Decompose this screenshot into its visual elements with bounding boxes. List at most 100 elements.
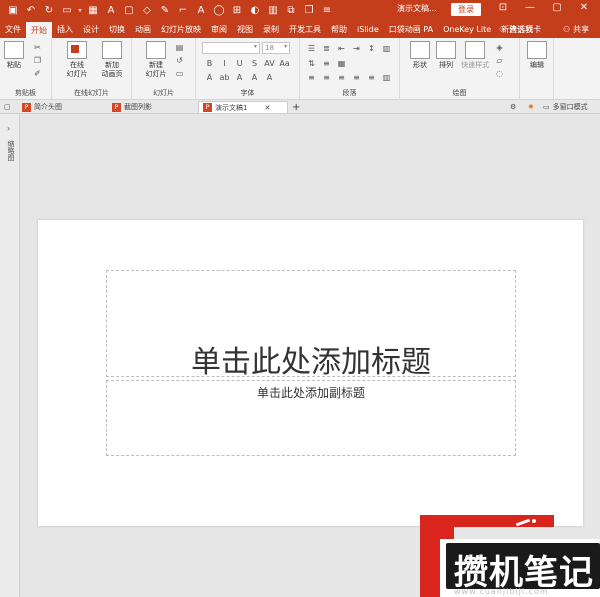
tab-design[interactable]: 设计 bbox=[78, 20, 104, 38]
redo-icon[interactable]: ↻ bbox=[40, 2, 58, 18]
font-size-combo[interactable]: 18 ▾ bbox=[262, 42, 290, 54]
section-icon[interactable]: ▭ bbox=[174, 68, 185, 79]
copy-icon[interactable]: ❐ bbox=[32, 55, 43, 66]
font-name-combo[interactable]: ▾ bbox=[202, 42, 260, 54]
multi-window-button[interactable]: ▭ 多窗口模式 bbox=[543, 101, 588, 113]
format-painter-icon[interactable]: ✐ bbox=[32, 68, 43, 79]
decrease-indent-icon[interactable]: ⇤ bbox=[336, 43, 347, 54]
shape-fill-icon[interactable]: ◈ bbox=[494, 42, 505, 53]
shape-effects-icon[interactable]: ◌ bbox=[494, 68, 505, 79]
gear-icon[interactable]: ✹ bbox=[528, 101, 534, 113]
shapes-icon[interactable]: ◇ bbox=[138, 2, 156, 18]
italic-icon[interactable]: I bbox=[219, 58, 230, 69]
smartart-icon[interactable]: ▦ bbox=[336, 58, 347, 69]
copy-icon[interactable]: ❐ bbox=[300, 2, 318, 18]
maximize-icon[interactable]: ▢ bbox=[548, 2, 566, 13]
quick-style-button[interactable]: 快速样式 bbox=[458, 41, 492, 70]
doc-tab-2[interactable]: P 截图列影 bbox=[112, 101, 152, 113]
font-color-icon[interactable]: A bbox=[204, 72, 215, 83]
arrange-icon[interactable]: ⧉ bbox=[282, 2, 300, 18]
save-icon[interactable]: ▣ bbox=[4, 2, 22, 18]
tab-home[interactable]: 开始 bbox=[26, 22, 52, 38]
reset-icon[interactable]: ↺ bbox=[174, 55, 185, 66]
align-right-icon[interactable]: ≡ bbox=[336, 72, 347, 83]
add-tab-icon[interactable]: + bbox=[292, 101, 300, 113]
chart-icon[interactable]: ▥ bbox=[264, 2, 282, 18]
customize-icon[interactable]: ≡ bbox=[318, 2, 336, 18]
tell-me[interactable]: ♢ 告诉我 bbox=[498, 20, 533, 38]
undo-icon[interactable]: ↶ bbox=[22, 2, 40, 18]
ribbon-display-icon[interactable]: ⊡ bbox=[494, 2, 512, 13]
settings-icon[interactable]: ⚙ bbox=[510, 101, 516, 113]
distributed-icon[interactable]: ≡ bbox=[366, 72, 377, 83]
arrange-button[interactable]: 排列 bbox=[434, 41, 458, 70]
table-icon[interactable]: ▦ bbox=[84, 2, 102, 18]
tab-insert[interactable]: 插入 bbox=[52, 20, 78, 38]
line-spacing-icon[interactable]: ↕ bbox=[366, 43, 377, 54]
doc-tab-3[interactable]: P 演示文稿1 ✕ bbox=[198, 101, 288, 113]
tab-animations[interactable]: 动画 bbox=[130, 20, 156, 38]
columns-icon[interactable]: ▥ bbox=[381, 43, 392, 54]
tab-help[interactable]: 帮助 bbox=[326, 20, 352, 38]
align-left-icon[interactable]: ≡ bbox=[306, 72, 317, 83]
expand-icon[interactable]: › bbox=[7, 124, 10, 133]
login-button[interactable]: 登录 bbox=[451, 3, 481, 16]
slide-icon[interactable]: ▢ bbox=[120, 2, 138, 18]
grid-icon[interactable]: ⊞ bbox=[228, 2, 246, 18]
new-slide-button[interactable]: 新建 幻灯片 bbox=[140, 41, 172, 79]
clear-format-icon[interactable]: A bbox=[264, 72, 275, 83]
new-animation-page-button[interactable]: 新加 动画页 bbox=[96, 41, 128, 79]
tab-onekey-lite[interactable]: OneKey Lite bbox=[438, 20, 496, 38]
share-button[interactable]: ⚇ 共享 bbox=[563, 20, 589, 38]
edit-button[interactable]: 编辑 bbox=[525, 41, 549, 70]
tab-view[interactable]: 视图 bbox=[232, 20, 258, 38]
bold-icon[interactable]: B bbox=[204, 58, 215, 69]
ab-icon[interactable]: A bbox=[192, 2, 210, 18]
cut-icon[interactable]: ✂ bbox=[32, 42, 43, 53]
grow-font-icon[interactable]: A bbox=[234, 72, 245, 83]
fill-icon[interactable]: ◐ bbox=[246, 2, 264, 18]
tab-developer[interactable]: 开发工具 bbox=[284, 20, 326, 38]
tab-islide[interactable]: iSlide bbox=[352, 20, 384, 38]
subtitle-placeholder[interactable]: 单击此处添加副标题 bbox=[106, 380, 516, 456]
text-direction-icon[interactable]: ⇅ bbox=[306, 58, 317, 69]
pen-icon[interactable]: ✎ bbox=[156, 2, 174, 18]
start-from-beginning-icon[interactable]: ▭ bbox=[58, 2, 76, 18]
new-doc-icon[interactable]: ▢ bbox=[4, 101, 11, 113]
chevron-down-icon[interactable]: ▾ bbox=[76, 2, 84, 18]
group-online-slides: 在线 幻灯片 新加 动画页 在线幻灯片 bbox=[52, 38, 132, 100]
tab-file[interactable]: 文件 bbox=[0, 20, 26, 38]
numbering-icon[interactable]: ≣ bbox=[321, 43, 332, 54]
close-tab-icon[interactable]: ✕ bbox=[264, 104, 270, 112]
tab-review[interactable]: 审阅 bbox=[206, 20, 232, 38]
char-spacing-icon[interactable]: AV bbox=[264, 58, 275, 69]
tab-pocket-animation[interactable]: 口袋动画 PA bbox=[384, 20, 438, 38]
circle-icon[interactable]: ◯ bbox=[210, 2, 228, 18]
align-text-icon[interactable]: ≡ bbox=[321, 58, 332, 69]
format-painter-icon[interactable]: ⌐ bbox=[174, 2, 192, 18]
tab-record[interactable]: 录制 bbox=[258, 20, 284, 38]
tab-transitions[interactable]: 切换 bbox=[104, 20, 130, 38]
increase-indent-icon[interactable]: ⇥ bbox=[351, 43, 362, 54]
case-icon[interactable]: Aa bbox=[279, 58, 290, 69]
doc-tab-1[interactable]: P 简介头图 bbox=[22, 101, 62, 113]
slide-canvas[interactable]: 单击此处添加标题 单击此处添加副标题 bbox=[38, 220, 583, 526]
underline-icon[interactable]: U bbox=[234, 58, 245, 69]
shrink-font-icon[interactable]: A bbox=[249, 72, 260, 83]
layout-icon[interactable]: ▤ bbox=[174, 42, 185, 53]
align-center-icon[interactable]: ≡ bbox=[321, 72, 332, 83]
bullets-icon[interactable]: ☰ bbox=[306, 43, 317, 54]
online-slides-button[interactable]: 在线 幻灯片 bbox=[62, 41, 92, 79]
title-placeholder[interactable]: 单击此处添加标题 bbox=[106, 270, 516, 380]
tab-slideshow[interactable]: 幻灯片放映 bbox=[156, 20, 206, 38]
paste-button[interactable]: 粘贴 bbox=[4, 41, 24, 70]
strikethrough-icon[interactable]: S bbox=[249, 58, 260, 69]
shape-outline-icon[interactable]: ▱ bbox=[494, 55, 505, 66]
highlight-icon[interactable]: ab bbox=[219, 72, 230, 83]
textbox-icon[interactable]: A bbox=[102, 2, 120, 18]
minimize-icon[interactable]: — bbox=[521, 2, 539, 13]
columns-icon[interactable]: ▥ bbox=[381, 72, 392, 83]
justify-icon[interactable]: ≡ bbox=[351, 72, 362, 83]
shape-button[interactable]: 形状 bbox=[408, 41, 432, 70]
close-icon[interactable]: ✕ bbox=[575, 2, 593, 13]
